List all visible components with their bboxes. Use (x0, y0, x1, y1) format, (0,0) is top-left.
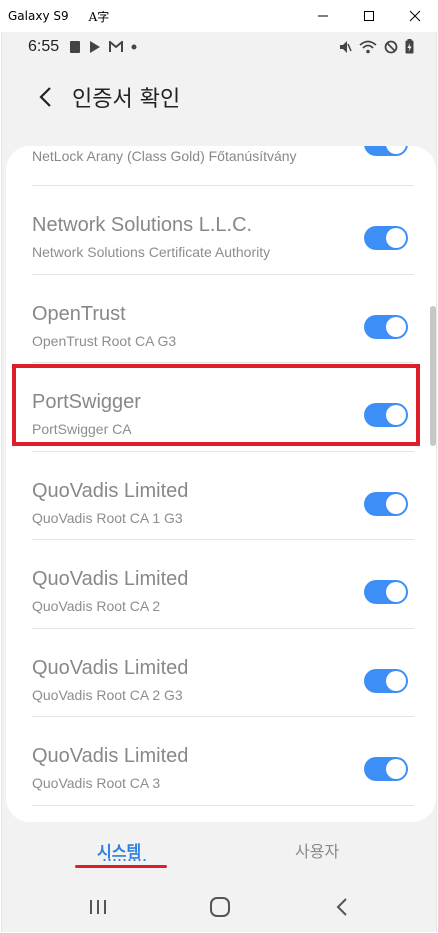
certificate-authority: QuoVadis Root CA 3 (32, 775, 161, 791)
recent-apps-icon (90, 900, 106, 914)
scrollbar[interactable] (430, 306, 436, 446)
certificate-name: QuoVadis Limited (32, 745, 189, 767)
certificate-tabs: 시스템 사용자 (2, 832, 436, 882)
gmail-icon (109, 41, 124, 52)
certificate-row[interactable]: QuoVadis Limited QuoVadis Root CA 3 (6, 717, 436, 806)
close-icon (409, 10, 421, 22)
close-button[interactable] (392, 0, 438, 32)
divider (32, 804, 414, 806)
certificate-authority: OpenTrust Root CA G3 (32, 332, 177, 349)
certificate-toggle[interactable] (364, 580, 408, 604)
window-title-bar: Galaxy S9 A字 (0, 0, 438, 32)
maximize-icon (364, 11, 374, 21)
dot-icon (131, 44, 137, 50)
certificate-authority: Network Solutions Certificate Authority (32, 244, 271, 260)
window-title: Galaxy S9 (8, 9, 69, 23)
tab-focus-dots (102, 858, 148, 862)
recent-apps-button[interactable] (78, 890, 118, 924)
certificate-toggle[interactable] (364, 314, 408, 339)
app-bar: 인증서 확인 (2, 72, 436, 122)
toggle-knob (386, 316, 406, 337)
wifi-icon (359, 40, 377, 53)
maximize-button[interactable] (346, 0, 392, 32)
font-settings-icon[interactable]: A字 (89, 8, 110, 25)
status-time: 6:55 (28, 38, 60, 55)
certificate-row[interactable]: QuoVadis Limited QuoVadis Root CA 2 (6, 540, 436, 629)
tab-highlight-underline (75, 865, 167, 868)
certificate-authority: QuoVadis Root CA 1 G3 (32, 509, 183, 526)
phone-screen: 6:55 인증서 확인 NetLock Arany (Class Gold) F… (1, 32, 437, 932)
certificate-name: NetLock Arany (Class Gold) Főtanúsítvány (32, 148, 297, 164)
battery-charging-icon (405, 39, 414, 54)
minimize-button[interactable] (300, 0, 346, 32)
certificate-authority: QuoVadis Root CA 2 G3 (32, 686, 183, 703)
mute-icon (340, 40, 352, 53)
certificate-name: QuoVadis Limited (32, 656, 189, 679)
toggle-knob (386, 582, 406, 602)
toggle-knob (386, 759, 406, 779)
photo-icon (70, 41, 81, 53)
certificate-toggle[interactable] (364, 757, 408, 781)
certificate-name: QuoVadis Limited (32, 479, 189, 502)
navigation-bar (2, 882, 436, 932)
toggle-knob (386, 493, 406, 514)
home-button[interactable] (200, 890, 240, 924)
minimize-icon (318, 15, 328, 17)
certificate-toggle[interactable] (364, 146, 408, 156)
certificate-toggle[interactable] (364, 491, 408, 516)
certificate-name: Network Solutions L.L.C. (32, 214, 253, 236)
certificate-row[interactable]: Network Solutions L.L.C. Network Solutio… (6, 186, 436, 275)
page-title: 인증서 확인 (72, 87, 181, 112)
status-bar: 6:55 (2, 32, 436, 62)
certificate-list: NetLock Arany (Class Gold) Főtanúsítvány… (6, 146, 436, 806)
certificate-name: OpenTrust (32, 302, 126, 325)
certificate-toggle[interactable] (364, 226, 408, 250)
certificate-row[interactable]: NetLock Arany (Class Gold) Főtanúsítvány (6, 146, 436, 186)
toggle-knob (386, 670, 406, 691)
tab-user[interactable]: 사용자 (295, 838, 339, 862)
toggle-knob (386, 228, 406, 248)
back-arrow-icon (39, 87, 51, 107)
back-button[interactable] (26, 77, 66, 117)
home-icon (210, 897, 230, 917)
portswigger-highlight-box (12, 364, 420, 446)
back-icon (336, 898, 347, 916)
notification-icons (69, 40, 137, 54)
window-controls (300, 0, 438, 32)
toggle-knob (386, 146, 406, 154)
play-store-icon (90, 41, 101, 53)
do-not-disturb-icon (384, 40, 398, 53)
certificate-row[interactable]: QuoVadis Limited QuoVadis Root CA 2 G3 (6, 629, 436, 717)
system-status-icons (338, 39, 414, 54)
certificate-row[interactable]: QuoVadis Limited QuoVadis Root CA 1 G3 (6, 452, 436, 540)
certificate-name: QuoVadis Limited (32, 568, 189, 590)
certificate-row[interactable]: OpenTrust OpenTrust Root CA G3 (6, 275, 436, 363)
certificate-toggle[interactable] (364, 668, 408, 693)
certificate-authority: QuoVadis Root CA 2 (32, 598, 161, 614)
certificate-list-card: NetLock Arany (Class Gold) Főtanúsítvány… (6, 146, 436, 822)
nav-back-button[interactable] (322, 890, 362, 924)
